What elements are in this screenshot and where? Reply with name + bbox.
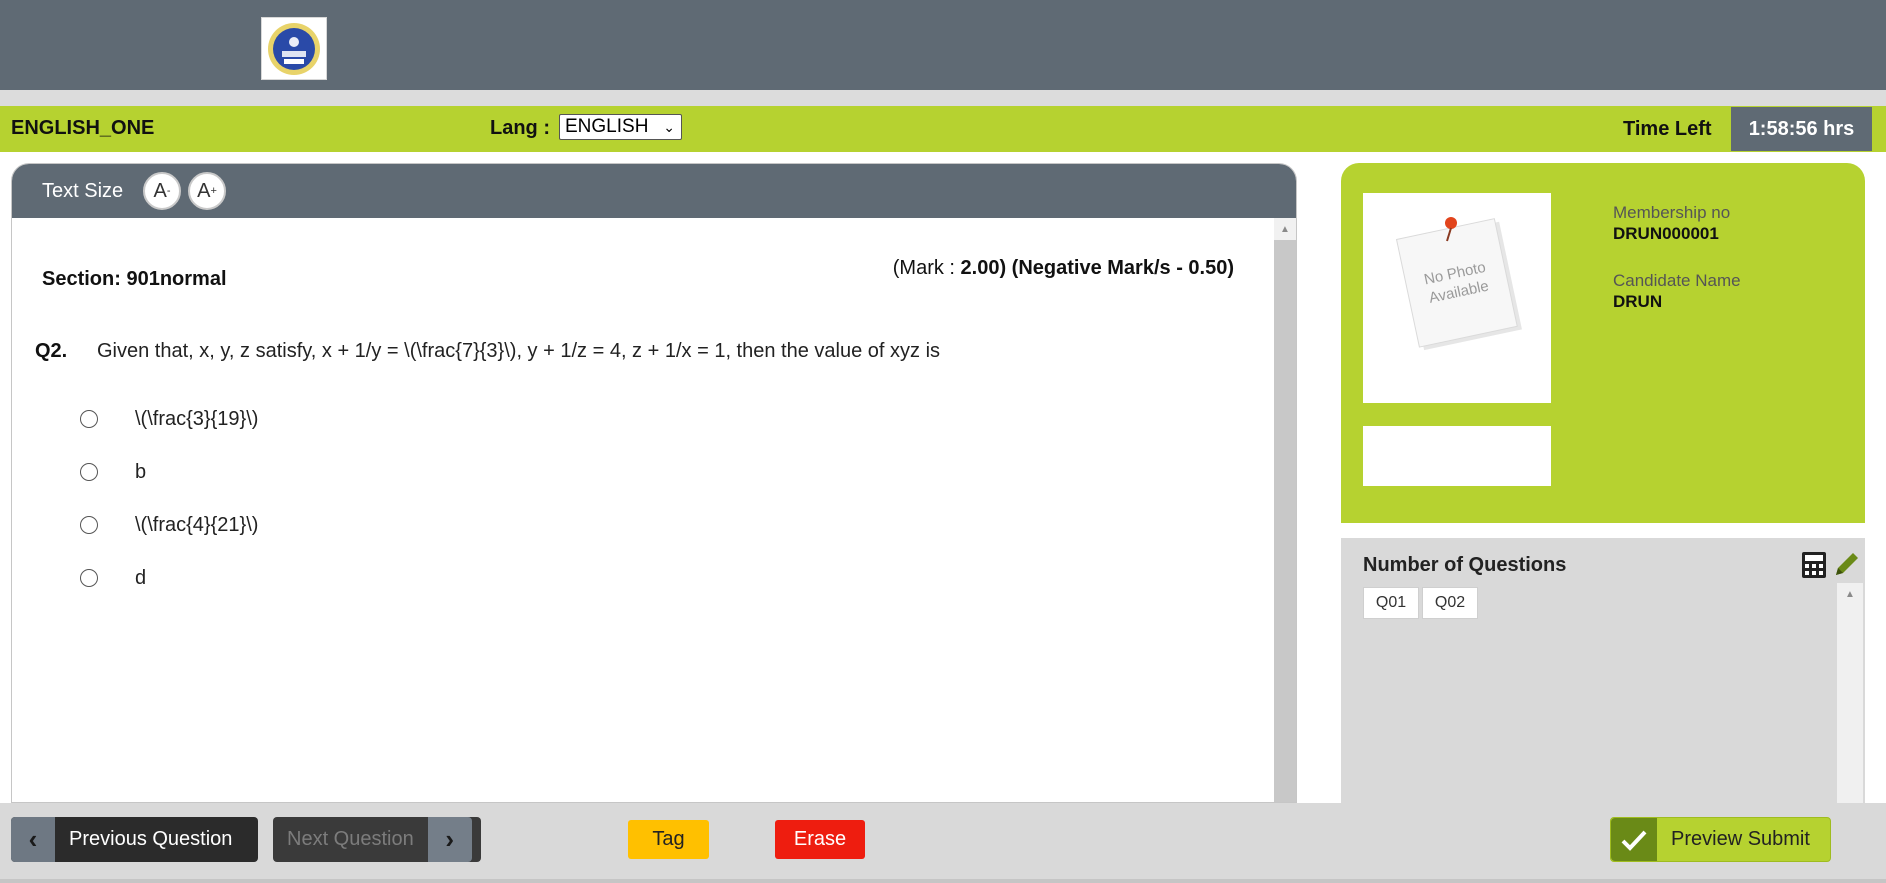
chevron-right-icon: › <box>427 817 472 862</box>
question-palette: Number of Questions Q01 Q02 ▲ <box>1341 538 1865 803</box>
option-radio[interactable] <box>80 516 98 534</box>
option-text: \(\frac{4}{21}\) <box>135 513 259 536</box>
option-text: b <box>135 460 147 483</box>
question-number: Q2. <box>35 340 68 362</box>
chevron-left-icon: ‹ <box>11 817 55 862</box>
next-question-button[interactable]: Next Question › <box>273 817 481 862</box>
question-palette-title: Number of Questions <box>1363 554 1567 576</box>
candidate-name-value: DRUN <box>1613 292 1663 311</box>
candidate-panel: No Photo Available Membership no DRUN000… <box>1341 163 1865 523</box>
preview-submit-label: Preview Submit <box>1671 828 1810 850</box>
question-button-q01[interactable]: Q01 <box>1363 587 1419 619</box>
language-label: Lang : <box>490 117 550 139</box>
mark-value: 2.00 <box>960 257 1000 279</box>
previous-question-label: Previous Question <box>69 828 233 850</box>
question-panel-header: Text Size A- A + <box>12 164 1296 218</box>
option-text: \(\frac{3}{19}\) <box>135 407 259 430</box>
footer-edge <box>0 879 1886 883</box>
option-radio[interactable] <box>80 410 98 428</box>
header-separator <box>0 90 1886 106</box>
text-size-label: Text Size <box>42 180 124 202</box>
language-select-value: ENGLISH <box>565 116 649 137</box>
pencil-icon[interactable] <box>1832 549 1862 579</box>
option-1[interactable]: \(\frac{3}{19}\) <box>80 405 258 433</box>
increase-text-size-button[interactable]: A + <box>188 172 226 210</box>
scroll-up-arrow-icon[interactable]: ▲ <box>1274 218 1296 240</box>
dae-logo <box>261 17 327 80</box>
negative-mark: ) (Negative Mark/s - 0.50) <box>999 257 1234 279</box>
time-left-value: 1:58:56 hrs <box>1731 107 1872 151</box>
option-3[interactable]: \(\frac{4}{21}\) <box>80 511 258 539</box>
increase-text-label: A <box>197 179 211 202</box>
language-select[interactable]: ENGLISH ⌄ <box>559 114 682 140</box>
footer-bar: ‹ Previous Question Next Question › Tag … <box>0 803 1886 879</box>
calculator-icon[interactable] <box>1801 551 1827 579</box>
next-question-label: Next Question <box>287 828 414 850</box>
question-text: Given that, x, y, z satisfy, x + 1/y = \… <box>97 340 941 362</box>
membership-value: DRUN000001 <box>1613 224 1719 243</box>
palette-scrollbar[interactable]: ▲ <box>1837 583 1863 803</box>
candidate-signature <box>1363 426 1551 486</box>
no-photo-note-icon: No Photo Available <box>1395 217 1522 351</box>
question-panel: Text Size A- A + Section: 901normal (Mark… <box>11 163 1297 803</box>
preview-submit-button[interactable]: Preview Submit <box>1610 817 1831 862</box>
question-scrollbar[interactable] <box>1274 218 1296 802</box>
option-radio[interactable] <box>80 463 98 481</box>
membership-label: Membership no <box>1613 203 1731 222</box>
marks-info: (Mark : 2.00) (Negative Mark/s - 0.50) <box>893 257 1234 280</box>
option-text: d <box>135 566 147 589</box>
exam-title: ENGLISH_ONE <box>11 117 155 139</box>
decrease-text-label: A <box>153 179 167 202</box>
increase-text-sup: + <box>210 185 217 197</box>
section-label: Section: 901normal <box>42 268 227 290</box>
checkmark-icon <box>1611 818 1657 861</box>
time-left-label: Time Left <box>1623 118 1712 140</box>
option-2[interactable]: b <box>80 458 146 486</box>
candidate-photo: No Photo Available <box>1363 193 1551 403</box>
tag-button[interactable]: Tag <box>628 820 709 859</box>
exam-info-bar: ENGLISH_ONE Lang : ENGLISH ⌄ Time Left 1… <box>0 106 1886 152</box>
option-4[interactable]: d <box>80 564 146 592</box>
erase-button[interactable]: Erase <box>775 820 865 859</box>
question-button-q02[interactable]: Q02 <box>1422 587 1478 619</box>
candidate-name-label: Candidate Name <box>1613 271 1741 290</box>
dae-emblem-icon <box>268 22 320 75</box>
decrease-text-sup: - <box>166 185 171 197</box>
top-header <box>0 0 1886 90</box>
mark-prefix: (Mark : <box>892 257 961 279</box>
previous-question-button[interactable]: ‹ Previous Question <box>11 817 258 862</box>
chevron-down-icon: ⌄ <box>663 119 675 135</box>
palette-scroll-up-icon[interactable]: ▲ <box>1837 589 1863 600</box>
decrease-text-size-button[interactable]: A- <box>143 172 181 210</box>
option-radio[interactable] <box>80 569 98 587</box>
